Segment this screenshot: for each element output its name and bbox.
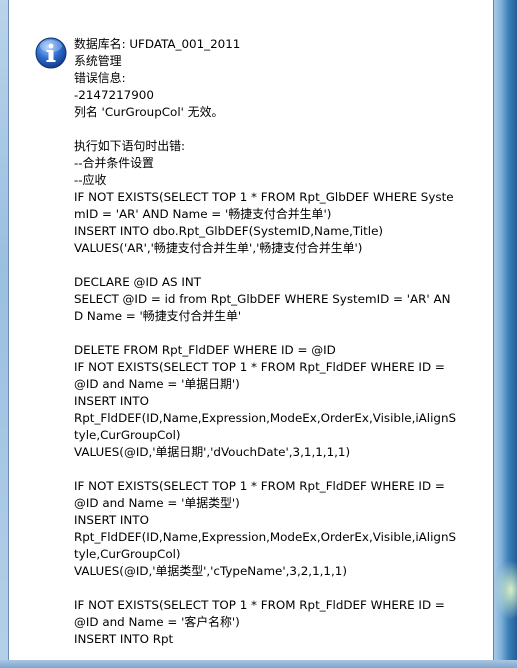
- error-message-dialog: 数据库名: UFDATA_001_2011 系统管理 错误信息: -214721…: [9, 0, 493, 660]
- error-message-text: 数据库名: UFDATA_001_2011 系统管理 错误信息: -214721…: [74, 37, 457, 646]
- window-frame-bottom: [0, 660, 517, 668]
- info-icon: [35, 37, 67, 69]
- window-frame-left: [0, 0, 9, 668]
- window-frame-right: [493, 0, 517, 668]
